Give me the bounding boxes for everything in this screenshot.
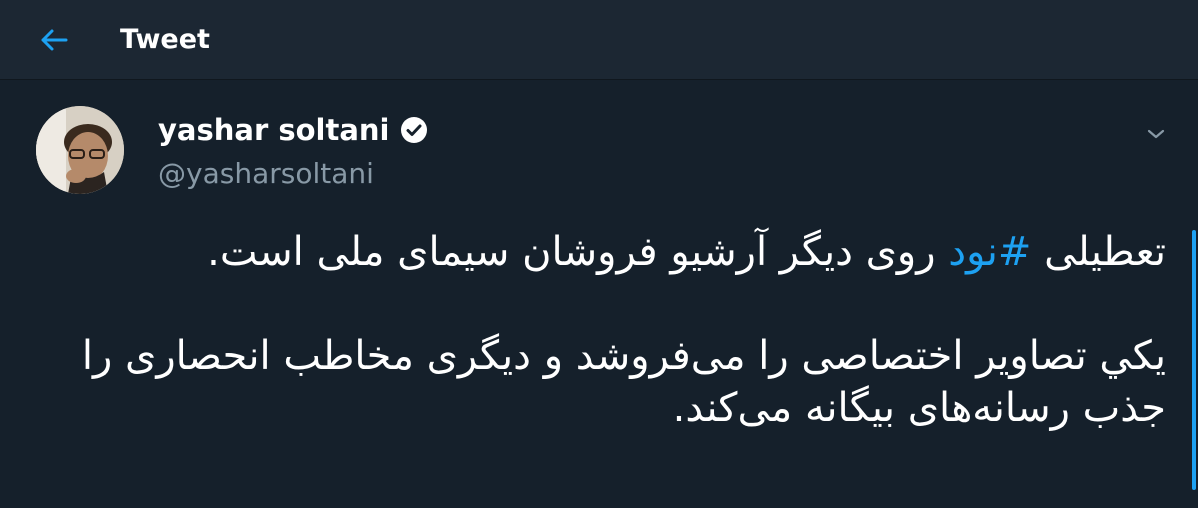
back-button[interactable]	[34, 22, 74, 58]
arrow-left-icon	[41, 29, 68, 51]
tweet-paragraph-2: يكي تصاویر اختصاصی را می‌فروشد و دیگری م…	[81, 333, 1166, 431]
scrollbar[interactable]	[1192, 230, 1196, 490]
page-title: Tweet	[120, 24, 210, 55]
tweet-text-part: روی دیگر آرشیو فروشان سیمای ملی است.	[207, 229, 949, 275]
chevron-down-icon	[1147, 129, 1165, 139]
tweet-text: تعطیلی #نود روی دیگر آرشیو فروشان سیمای …	[36, 226, 1166, 434]
hashtag-link[interactable]: #نود	[948, 229, 1031, 275]
author-name[interactable]: yashar soltani	[158, 110, 390, 150]
verified-badge-icon	[398, 114, 430, 146]
top-bar: Tweet	[0, 0, 1198, 80]
tweet-menu-button[interactable]	[1140, 118, 1172, 150]
tweet-paragraph-1: تعطیلی #نود روی دیگر آرشیو فروشان سیمای …	[36, 226, 1166, 278]
tweet-card: yashar soltani @yasharsoltani تعطیلی #نو…	[0, 80, 1198, 508]
avatar-image	[36, 106, 124, 194]
avatar[interactable]	[36, 106, 124, 194]
author-handle[interactable]: @yasharsoltani	[158, 154, 374, 194]
tweet-text-part: تعطیلی	[1031, 229, 1166, 275]
author-name-row[interactable]: yashar soltani	[158, 110, 430, 150]
